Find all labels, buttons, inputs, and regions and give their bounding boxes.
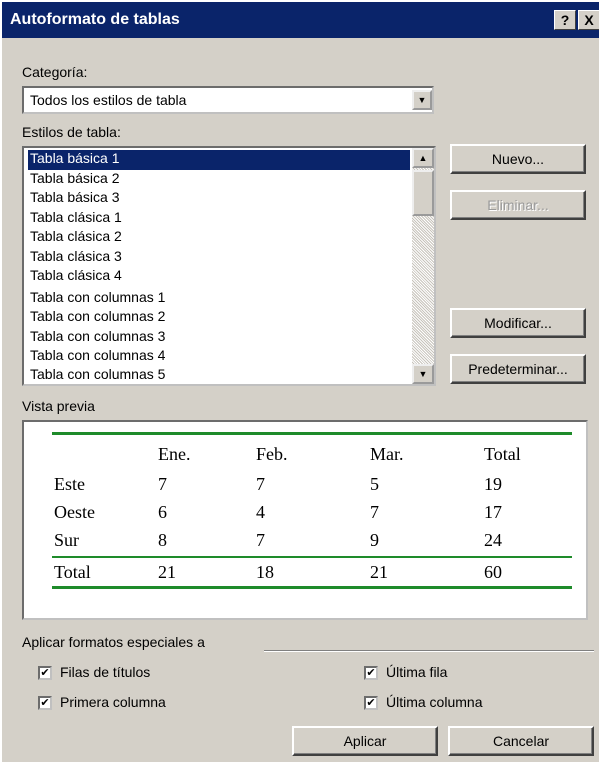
preview-cell: 18 [256,562,274,582]
preview-cell: 4 [256,502,265,522]
preview-header-cell: Mar. [370,444,404,464]
preview-cell: 7 [158,474,167,494]
last-row-label[interactable]: Última fila [386,664,447,680]
preview-cell: 8 [158,530,167,550]
preview-label: Vista previa [22,398,95,414]
style-list-item[interactable]: Tabla con columnas 1 [30,289,165,309]
preview-row-label: Total [54,562,91,582]
style-list-item[interactable]: Tabla con columnas 5 [30,366,165,384]
modify-style-button[interactable]: Modificar... [450,308,586,338]
preview-cell: 21 [158,562,176,582]
style-list-item[interactable]: Tabla con columnas 4 [30,347,165,367]
set-default-button[interactable]: Predeterminar... [450,354,586,384]
category-label: Categoría: [22,64,88,80]
last-row-checkbox[interactable]: ✔ [364,666,378,680]
heading-rows-checkbox[interactable]: ✔ [38,666,52,680]
preview-cell: 5 [370,474,379,494]
help-button[interactable]: ? [554,10,576,30]
dropdown-arrow-icon[interactable]: ▼ [412,90,432,110]
preview-cell: 21 [370,562,388,582]
scrollbar-thumb[interactable] [412,170,434,216]
preview-header-cell: Total [484,444,521,464]
style-list-item[interactable]: Tabla clásica 4 [30,267,122,287]
apply-button[interactable]: Aplicar [292,726,438,756]
preview-cell: 6 [158,502,167,522]
styles-label: Estilos de tabla: [22,124,121,140]
cancel-button[interactable]: Cancelar [448,726,594,756]
heading-rows-label[interactable]: Filas de títulos [60,664,150,680]
style-list-item[interactable]: Tabla clásica 2 [30,228,122,248]
group-divider [264,650,594,652]
preview-cell: 7 [256,474,265,494]
scroll-up-icon[interactable]: ▲ [412,148,434,168]
delete-style-button[interactable]: Eliminar... [450,190,586,220]
last-column-label[interactable]: Última columna [386,694,482,710]
special-formats-label: Aplicar formatos especiales a [22,634,205,650]
first-column-checkbox[interactable]: ✔ [38,696,52,710]
preview-row-label: Este [54,474,85,494]
category-dropdown[interactable]: Todos los estilos de tabla ▼ [22,86,434,114]
style-list-item[interactable]: Tabla con columnas 2 [30,308,165,328]
styles-listbox[interactable]: Tabla básica 1 Tabla básica 2 Tabla bási… [22,146,436,386]
preview-cell: 19 [484,474,502,494]
title-bar[interactable]: Autoformato de tablas ? X [2,2,599,38]
preview-row-label: Sur [54,530,80,550]
preview-row-label: Oeste [54,502,95,522]
style-list-item[interactable]: Tabla básica 3 [30,189,120,209]
first-column-label[interactable]: Primera columna [60,694,166,710]
autoformat-dialog: Autoformato de tablas ? X Categoría: Tod… [0,0,599,762]
style-list-item[interactable]: Tabla básica 2 [30,170,120,190]
preview-cell: 7 [256,530,265,550]
category-value: Todos los estilos de tabla [30,92,187,108]
styles-scrollbar[interactable]: ▲ ▼ [412,148,434,384]
style-list-item-selected[interactable]: Tabla básica 1 [28,150,410,170]
preview-top-rule [52,432,572,435]
scroll-down-icon[interactable]: ▼ [412,364,434,384]
preview-cell: 7 [370,502,379,522]
preview-total-rule [52,556,572,558]
preview-bottom-rule [52,586,572,589]
last-column-checkbox[interactable]: ✔ [364,696,378,710]
preview-cell: 9 [370,530,379,550]
style-list-item[interactable]: Tabla clásica 1 [30,209,122,229]
preview-cell: 24 [484,530,502,550]
preview-header-cell: Feb. [256,444,288,464]
style-list-item[interactable]: Tabla clásica 3 [30,248,122,268]
window-title: Autoformato de tablas [10,11,180,28]
style-list-item[interactable]: Tabla con columnas 3 [30,328,165,348]
preview-cell: 60 [484,562,502,582]
preview-cell: 17 [484,502,502,522]
new-style-button[interactable]: Nuevo... [450,144,586,174]
close-button[interactable]: X [578,10,599,30]
table-preview: Ene. Feb. Mar. Total Este 7 7 5 19 Oeste… [22,420,588,620]
preview-header-cell: Ene. [158,444,191,464]
